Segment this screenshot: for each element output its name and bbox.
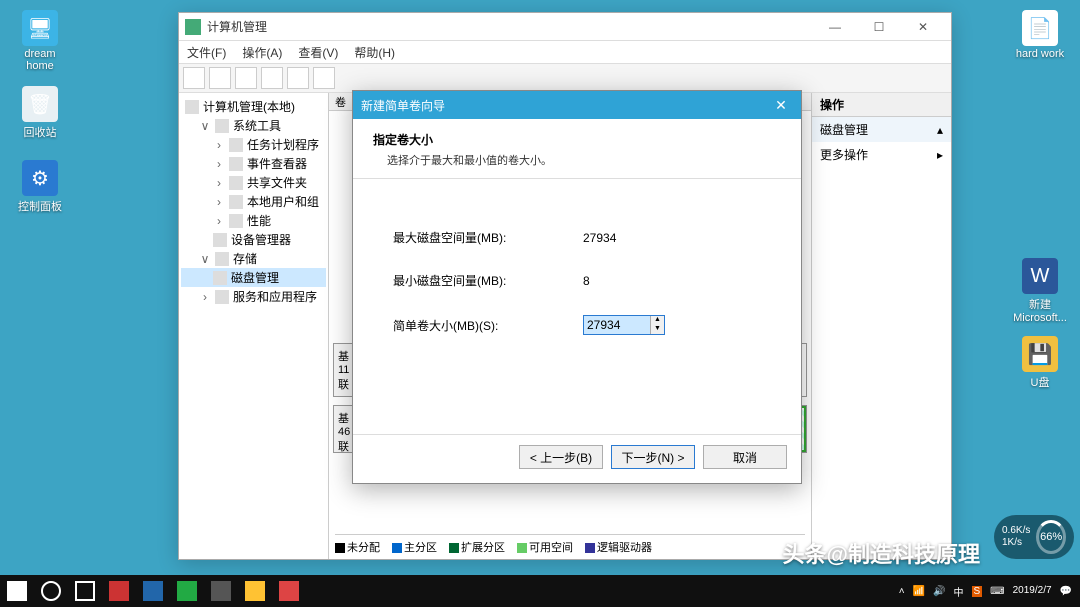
task-app-3[interactable]	[170, 575, 204, 607]
net-up: 0.6K/s	[1002, 525, 1030, 537]
icon-label: hard work	[1010, 48, 1070, 60]
menu-action[interactable]: 操作(A)	[242, 44, 282, 61]
tray-sogou-icon[interactable]: S	[972, 586, 983, 597]
menu-file[interactable]: 文件(F)	[187, 44, 226, 61]
battery-ring: 66%	[1036, 520, 1066, 554]
task-app-5[interactable]	[238, 575, 272, 607]
window-title: 计算机管理	[207, 18, 813, 35]
word-icon: W	[1022, 258, 1058, 294]
tray-wifi-icon[interactable]: 📶	[913, 586, 925, 597]
app-icon	[185, 19, 201, 35]
back-button[interactable]: < 上一步(B)	[519, 445, 603, 469]
usb-icon: 💾	[1022, 336, 1058, 372]
menu-view[interactable]: 查看(V)	[298, 44, 338, 61]
tray-up-icon[interactable]: ˄	[899, 586, 905, 597]
tree-diskmgmt[interactable]: 磁盘管理	[181, 268, 326, 287]
tray-ime-icon[interactable]: 中	[954, 584, 964, 599]
chevron-right-icon: ▸	[937, 148, 943, 162]
titlebar[interactable]: 计算机管理 — ☐ ✕	[179, 13, 951, 41]
new-simple-volume-wizard: 新建简单卷向导 ✕ 指定卷大小 选择介于最大和最小值的卷大小。 最大磁盘空间量(…	[352, 90, 802, 484]
actions-diskmgmt[interactable]: 磁盘管理▴	[812, 117, 951, 142]
tree-shared[interactable]: ›共享文件夹	[181, 173, 326, 192]
folder-icon: 📄	[1022, 10, 1058, 46]
refresh-button[interactable]	[261, 67, 283, 89]
cancel-button[interactable]: 取消	[703, 445, 787, 469]
taskview-button[interactable]	[68, 575, 102, 607]
spinner-down[interactable]: ▼	[651, 325, 664, 334]
desktop-icon-recycle[interactable]: 🗑 回收站	[10, 86, 70, 140]
task-app-6[interactable]	[272, 575, 306, 607]
tree-devmgr[interactable]: 设备管理器	[181, 230, 326, 249]
maximize-button[interactable]: ☐	[857, 16, 901, 38]
volume-size-input[interactable]	[584, 316, 650, 334]
tray-keyboard-icon[interactable]: ⌨	[990, 586, 1004, 597]
min-space-value: 8	[583, 274, 590, 288]
actions-header: 操作	[812, 93, 951, 117]
toolbar	[179, 63, 951, 93]
tree-systools[interactable]: ∨系统工具	[181, 116, 326, 135]
cortana-button[interactable]	[34, 575, 68, 607]
icon-label: 回收站	[10, 124, 70, 140]
wizard-title: 新建简单卷向导	[361, 97, 769, 114]
task-app-1[interactable]	[102, 575, 136, 607]
tree-pane: 计算机管理(本地) ∨系统工具 ›任务计划程序 ›事件查看器 ›共享文件夹 ›本…	[179, 93, 329, 559]
tree-perf[interactable]: ›性能	[181, 211, 326, 230]
tray-clock[interactable]: 2019/2/7	[1013, 585, 1052, 597]
wizard-close-button[interactable]: ✕	[769, 97, 793, 114]
minimize-button[interactable]: —	[813, 16, 857, 38]
recycle-icon: 🗑	[22, 86, 58, 122]
computer-icon: 🖥	[22, 10, 58, 46]
close-button[interactable]: ✕	[901, 16, 945, 38]
tree-scheduler[interactable]: ›任务计划程序	[181, 135, 326, 154]
icon-label: 新建 Microsoft...	[1010, 296, 1070, 324]
tray-volume-icon[interactable]: 🔊	[933, 586, 945, 597]
up-button[interactable]	[235, 67, 257, 89]
task-app-4[interactable]	[204, 575, 238, 607]
volume-size-spinner[interactable]: ▲ ▼	[583, 315, 665, 335]
legend: 未分配 主分区 扩展分区 可用空间 逻辑驱动器	[335, 534, 805, 555]
wizard-heading: 指定卷大小	[373, 131, 781, 148]
tree-services[interactable]: ›服务和应用程序	[181, 287, 326, 306]
desktop-icon-control[interactable]: ⚙ 控制面板	[10, 160, 70, 214]
max-space-label: 最大磁盘空间量(MB):	[393, 229, 583, 246]
icon-label: U盘	[1010, 374, 1070, 390]
tray-notification-icon[interactable]: 💬	[1060, 586, 1072, 597]
tree-users[interactable]: ›本地用户和组	[181, 192, 326, 211]
desktop-icon-dreamhome[interactable]: 🖥 dream home	[10, 10, 70, 72]
menubar: 文件(F) 操作(A) 查看(V) 帮助(H)	[179, 41, 951, 63]
wizard-footer: < 上一步(B) 下一步(N) > 取消	[353, 434, 801, 483]
net-down: 1K/s	[1002, 537, 1030, 549]
network-battery-widget[interactable]: 0.6K/s 1K/s 66%	[994, 515, 1074, 559]
wizard-titlebar[interactable]: 新建简单卷向导 ✕	[353, 91, 801, 119]
forward-button[interactable]	[209, 67, 231, 89]
task-app-2[interactable]	[136, 575, 170, 607]
tree-root[interactable]: 计算机管理(本地)	[181, 97, 326, 116]
taskbar: ⊞ ˄ 📶 🔊 中 S ⌨ 2019/2/7 💬	[0, 575, 1080, 607]
wizard-subheading: 选择介于最大和最小值的卷大小。	[373, 152, 781, 168]
desktop-icon-word[interactable]: W 新建 Microsoft...	[1010, 258, 1070, 324]
desktop-icon-hardwork[interactable]: 📄 hard work	[1010, 10, 1070, 60]
watermark: 头条@制造科技原理	[783, 537, 980, 569]
back-button[interactable]	[183, 67, 205, 89]
volume-size-label: 简单卷大小(MB)(S):	[393, 317, 583, 334]
start-button[interactable]: ⊞	[0, 575, 34, 607]
chevron-up-icon: ▴	[937, 123, 943, 137]
icon-label: 控制面板	[10, 198, 70, 214]
icon-label: dream home	[10, 48, 70, 72]
menu-help[interactable]: 帮助(H)	[354, 44, 395, 61]
control-icon: ⚙	[22, 160, 58, 196]
tree-event[interactable]: ›事件查看器	[181, 154, 326, 173]
actions-pane: 操作 磁盘管理▴ 更多操作▸	[811, 93, 951, 559]
system-tray[interactable]: ˄ 📶 🔊 中 S ⌨ 2019/2/7 💬	[899, 584, 1080, 599]
wizard-header: 指定卷大小 选择介于最大和最小值的卷大小。	[353, 119, 801, 179]
max-space-value: 27934	[583, 231, 616, 245]
actions-more[interactable]: 更多操作▸	[812, 142, 951, 167]
min-space-label: 最小磁盘空间量(MB):	[393, 272, 583, 289]
next-button[interactable]: 下一步(N) >	[611, 445, 695, 469]
tree-storage[interactable]: ∨存储	[181, 249, 326, 268]
help-button[interactable]	[313, 67, 335, 89]
desktop-icon-udisk[interactable]: 💾 U盘	[1010, 336, 1070, 390]
view-button[interactable]	[287, 67, 309, 89]
spinner-up[interactable]: ▲	[651, 316, 664, 325]
